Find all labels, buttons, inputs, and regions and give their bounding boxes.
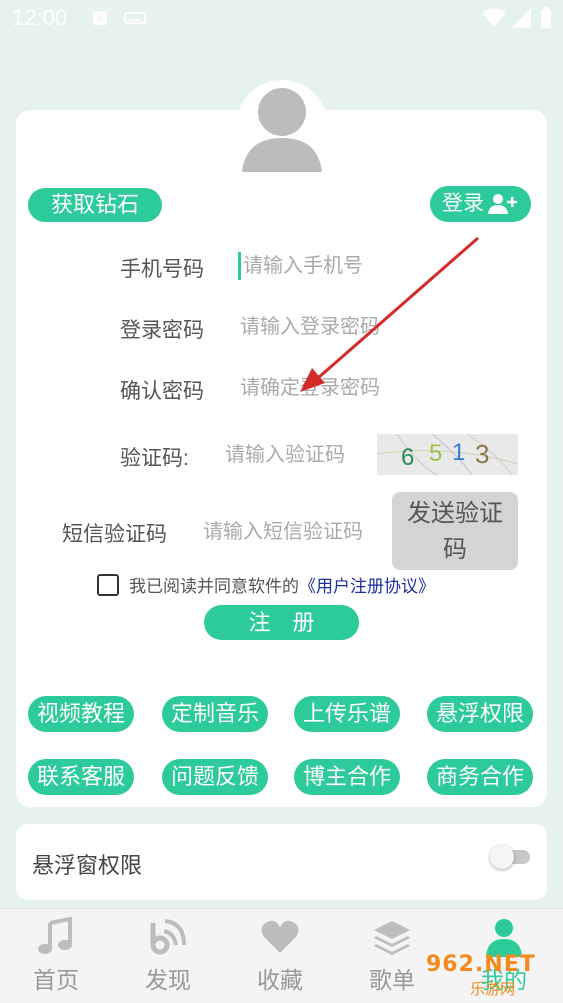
- upload-score-button[interactable]: 上传乐谱: [294, 696, 400, 732]
- floating-window-permission-label: 悬浮窗权限: [32, 853, 143, 878]
- user-agreement-link[interactable]: 《用户注册协议》: [299, 572, 435, 597]
- status-bar: 12:00 A: [0, 0, 563, 38]
- captcha-noise: [377, 434, 518, 475]
- watermark-sub: 乐游网: [470, 981, 516, 998]
- captcha-input[interactable]: [225, 441, 370, 469]
- nav-discover-label: 发现: [145, 967, 191, 993]
- watermark-main: 962.NET: [426, 952, 536, 977]
- captcha-digit-2: 5: [429, 440, 443, 467]
- video-tutorial-button[interactable]: 视频教程: [28, 696, 134, 732]
- add-user-icon: [488, 194, 517, 214]
- svg-text:A: A: [97, 14, 104, 25]
- captcha-label: 验证码:: [120, 447, 189, 470]
- captcha-digit-1: 6: [401, 444, 415, 471]
- music-note-icon: [38, 917, 72, 954]
- floating-window-permission-card: 悬浮窗权限: [16, 824, 547, 900]
- default-avatar-icon: [242, 88, 322, 172]
- toggle-knob: [490, 845, 514, 869]
- send-code-button[interactable]: 发送验证 码: [392, 492, 518, 570]
- nav-home-label: 首页: [33, 967, 79, 993]
- text-cursor: [238, 252, 241, 280]
- nav-favorites[interactable]: 收藏: [224, 909, 336, 1003]
- phone-input[interactable]: [243, 252, 503, 280]
- captcha-digit-3: 1: [452, 439, 466, 466]
- layers-icon: [374, 921, 410, 955]
- sms-code-label: 短信验证码: [62, 523, 167, 546]
- send-code-line1: 发送验证: [407, 500, 503, 527]
- agree-checkbox[interactable]: [97, 573, 119, 596]
- wifi-icon: [482, 8, 506, 27]
- confirm-password-label: 确认密码: [120, 380, 204, 403]
- blogger-cooperation-button[interactable]: 博主合作: [294, 759, 400, 795]
- login-label: 登录: [442, 192, 484, 215]
- password-label: 登录密码: [120, 319, 204, 342]
- heart-icon: [261, 920, 299, 953]
- confirm-password-input[interactable]: [240, 374, 500, 402]
- custom-music-button[interactable]: 定制音乐: [162, 696, 268, 732]
- floating-window-toggle[interactable]: [490, 845, 530, 869]
- contact-support-button[interactable]: 联系客服: [28, 759, 134, 795]
- user-icon: [486, 919, 522, 957]
- battery-icon: [541, 7, 551, 28]
- business-cooperation-button[interactable]: 商务合作: [427, 759, 533, 795]
- nav-home[interactable]: 首页: [0, 909, 112, 1003]
- float-permission-button[interactable]: 悬浮权限: [427, 696, 533, 732]
- captcha-digit-4: 3: [475, 439, 490, 469]
- get-diamond-button[interactable]: 获取钻石: [28, 188, 162, 222]
- site-watermark: 962.NET 乐游网: [426, 952, 561, 998]
- sms-code-input[interactable]: [203, 518, 388, 546]
- captcha-image[interactable]: 6 5 1 3: [377, 434, 518, 475]
- phone-label: 手机号码: [120, 258, 204, 281]
- send-code-line2: 码: [443, 536, 467, 563]
- password-input[interactable]: [240, 313, 500, 341]
- nav-discover[interactable]: 发现: [112, 909, 224, 1003]
- agreement-row: 我已阅读并同意软件的 《用户注册协议》: [97, 572, 435, 597]
- keyboard-icon: [124, 12, 146, 24]
- discover-icon: [150, 919, 186, 955]
- signal-icon: [511, 8, 531, 28]
- avatar[interactable]: [236, 80, 328, 172]
- login-button[interactable]: 登录: [430, 186, 531, 222]
- nav-favorites-label: 收藏: [257, 967, 303, 993]
- agree-text: 我已阅读并同意软件的: [129, 577, 299, 596]
- notification-a-icon: A: [93, 11, 107, 25]
- feedback-button[interactable]: 问题反馈: [162, 759, 268, 795]
- register-button[interactable]: 注 册: [204, 605, 359, 640]
- status-time: 12:00: [12, 5, 68, 30]
